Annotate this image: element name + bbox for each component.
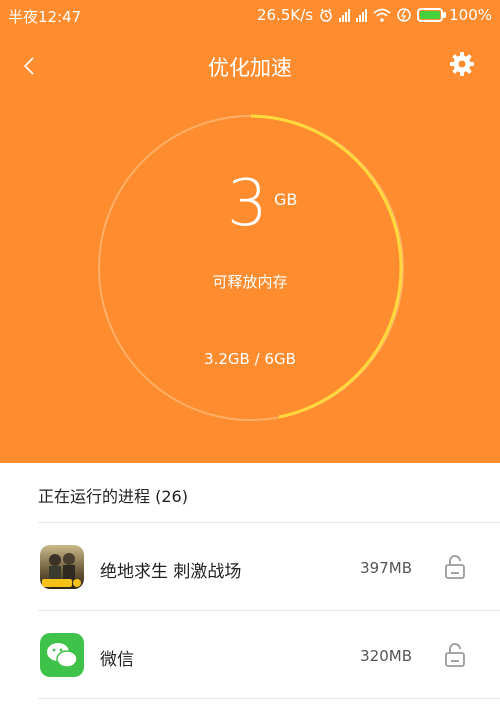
wifi-icon	[373, 8, 391, 22]
page-title: 优化加速	[208, 56, 292, 80]
free-memory-label: 可释放内存	[212, 273, 288, 291]
divider	[38, 522, 500, 523]
alarm-icon	[320, 8, 332, 22]
process-memory: 320MB	[360, 647, 412, 665]
unlock-icon[interactable]	[444, 555, 466, 579]
process-row[interactable]: 绝地求生 刺激战场 397MB	[0, 524, 500, 610]
pubg-app-icon	[40, 545, 84, 589]
app-header: 优化加速	[0, 44, 500, 88]
process-memory: 397MB	[360, 559, 412, 577]
battery-icon	[417, 8, 447, 22]
wechat-app-icon	[40, 633, 84, 677]
free-memory-value: 3	[227, 167, 268, 241]
divider	[38, 610, 500, 611]
status-bar: 半夜12:47 26.5K/s 100%	[0, 0, 500, 30]
unlock-icon[interactable]	[444, 643, 466, 667]
memory-gauge-progress	[250, 114, 403, 419]
settings-gear-icon[interactable]	[448, 50, 476, 78]
process-row[interactable]: 微信 320MB	[0, 612, 500, 698]
power-saving-icon	[397, 8, 411, 22]
status-time: 半夜12:47	[8, 8, 82, 26]
signal-icon	[356, 8, 368, 22]
memory-gauge	[98, 114, 404, 421]
battery-level: 100%	[449, 6, 492, 24]
process-list-title: 正在运行的进程 (26)	[38, 487, 188, 506]
divider	[38, 698, 500, 699]
status-speed: 26.5K/s	[257, 6, 314, 24]
signal-icon	[339, 8, 351, 22]
process-name: 微信	[100, 650, 134, 670]
memory-usage-text: 3.2GB / 6GB	[204, 350, 296, 368]
free-memory-unit: GB	[274, 190, 298, 209]
process-name: 绝地求生 刺激战场	[100, 562, 242, 582]
status-indicators: 26.5K/s 100%	[257, 6, 492, 24]
